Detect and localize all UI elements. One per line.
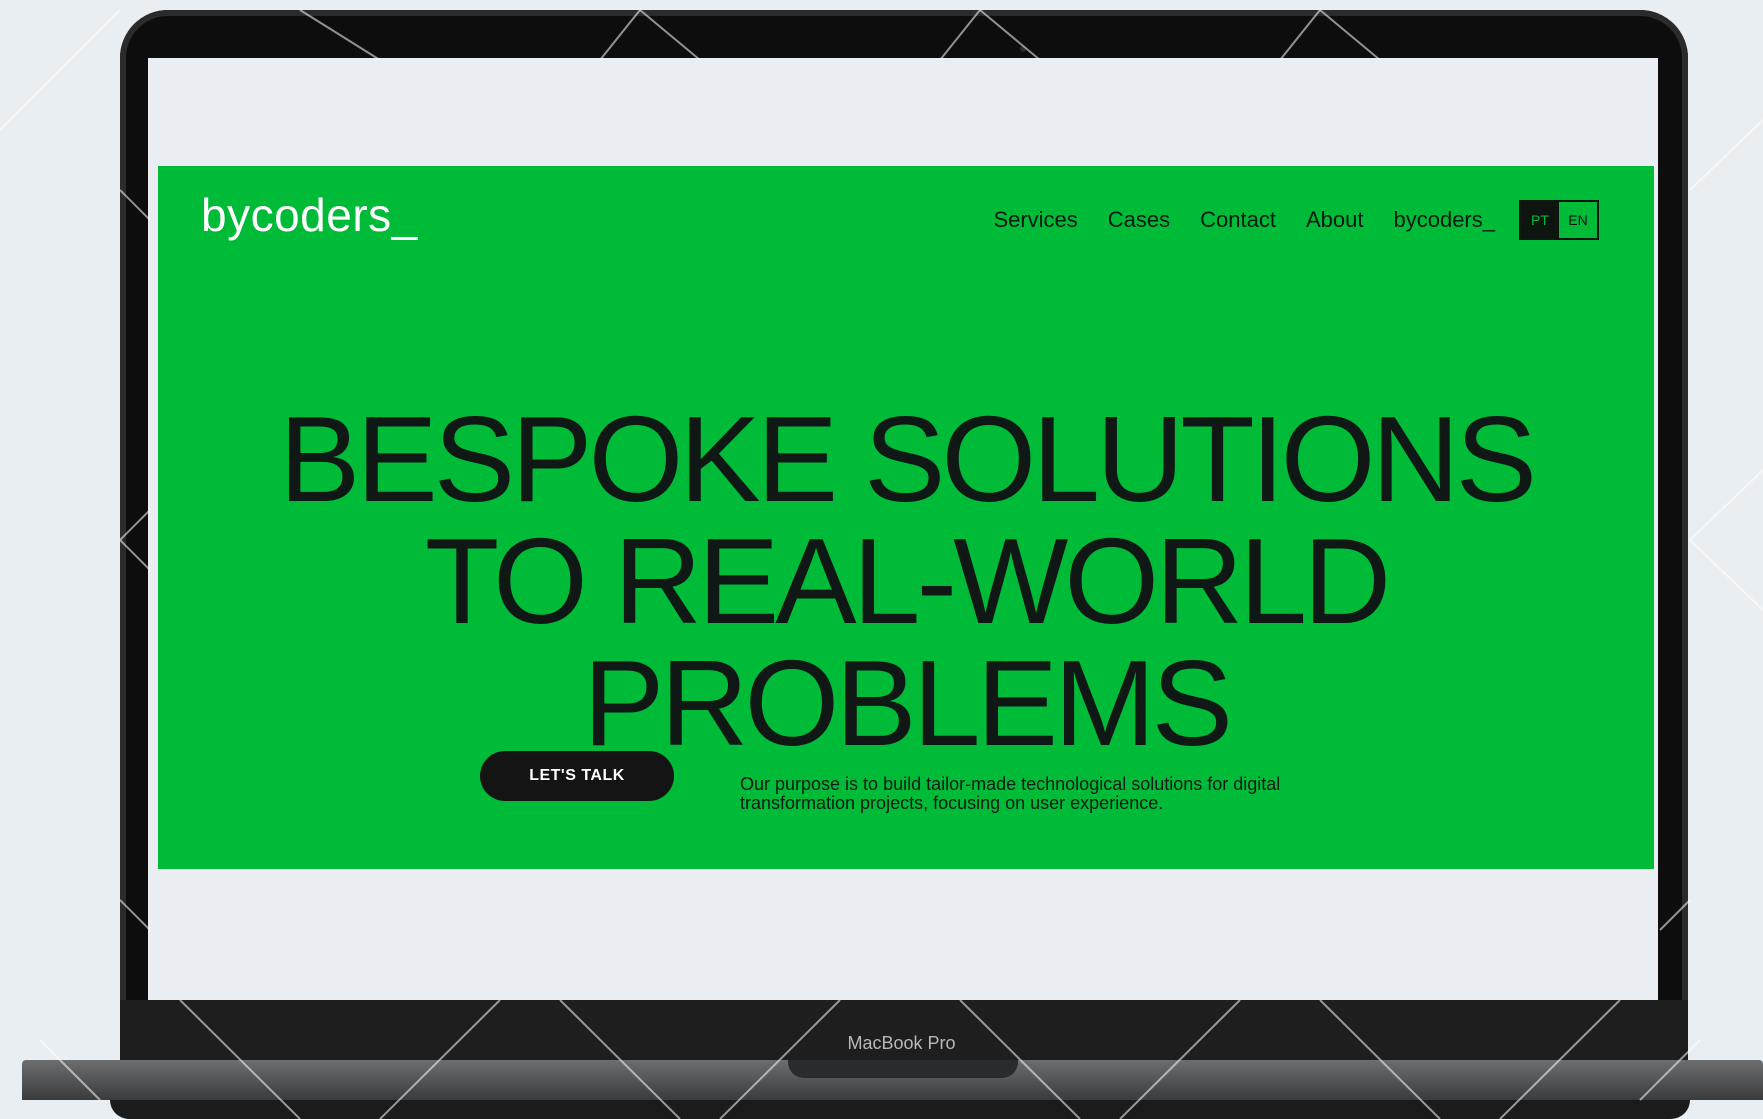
headline-line-3: PROBLEMS — [583, 634, 1233, 771]
purpose-text: Our purpose is to build tailor-made tech… — [740, 774, 1281, 813]
hero-headline: BESPOKE SOLUTIONS TO REAL-WORLD PROBLEMS — [158, 398, 1654, 764]
laptop-foot — [110, 1100, 1690, 1119]
device-model-label: MacBook Pro — [847, 1033, 956, 1053]
headline-line-2: TO REAL-WORLD — [424, 512, 1392, 649]
nav-item-services[interactable]: Services — [993, 207, 1077, 233]
lang-option-en[interactable]: EN — [1559, 202, 1597, 238]
language-switch: PT EN — [1519, 200, 1599, 240]
nav-item-cases[interactable]: Cases — [1108, 207, 1170, 233]
lets-talk-button[interactable]: LET'S TALK — [480, 751, 674, 801]
headline-line-1: BESPOKE SOLUTIONS — [278, 390, 1537, 527]
nav-item-about[interactable]: About — [1306, 207, 1364, 233]
mockup-stage: bycoders_ Services Cases Contact About b… — [0, 0, 1763, 1119]
laptop-notch — [788, 1060, 1018, 1078]
lang-option-pt[interactable]: PT — [1521, 202, 1559, 238]
site-logo[interactable]: bycoders_ — [201, 188, 418, 242]
main-nav: Services Cases Contact About bycoders_ P… — [963, 200, 1599, 240]
nav-item-bycoders[interactable]: bycoders_ — [1393, 207, 1495, 233]
laptop-screen: bycoders_ Services Cases Contact About b… — [148, 58, 1658, 1008]
hero-section: bycoders_ Services Cases Contact About b… — [158, 166, 1654, 869]
camera-icon — [1020, 46, 1026, 52]
nav-item-contact[interactable]: Contact — [1200, 207, 1276, 233]
